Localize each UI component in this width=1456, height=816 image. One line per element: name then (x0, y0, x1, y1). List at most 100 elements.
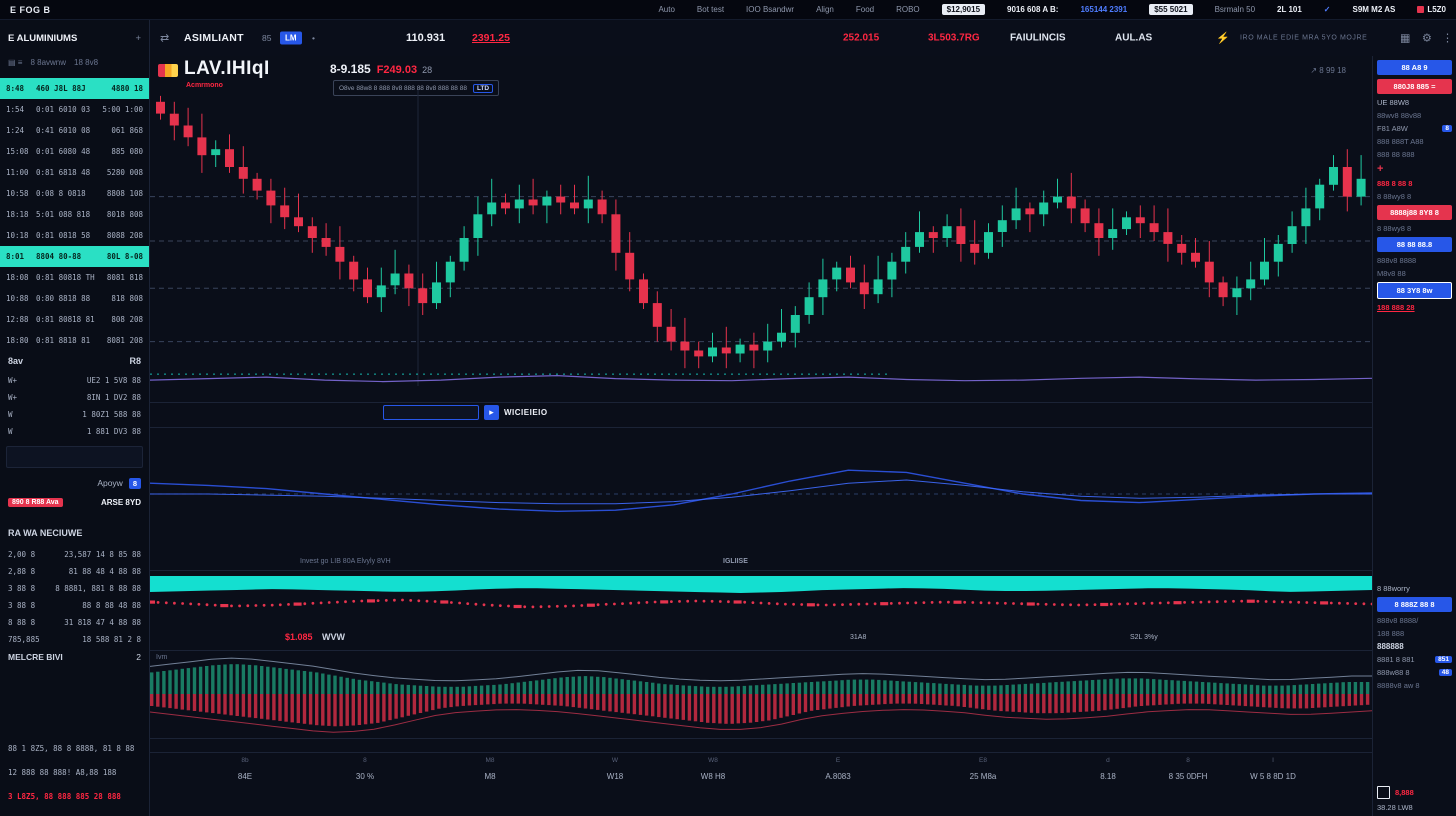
topbar-item[interactable]: ROBO (896, 5, 920, 14)
screenshot-icon[interactable] (1377, 786, 1390, 799)
topbar-item[interactable]: 9016 608 A B: (1007, 5, 1058, 14)
watchlist-cell: 0:01 6010 03 (36, 105, 102, 114)
close-position-button[interactable]: 8888j88 8Y8 8 (1377, 205, 1452, 220)
watchlist-cell: 18:08 (6, 273, 36, 282)
watchlist-row[interactable]: 8:018804 80-8880L 8-08 (0, 246, 149, 267)
watchlist-row[interactable]: 15:080:01 6080 48885 080 (0, 141, 149, 162)
panel-row-badge[interactable]: 48 (1439, 669, 1452, 676)
timeframe-selector[interactable]: 85 (262, 33, 271, 43)
data-row[interactable]: W+8IN 1 DV2 88 (0, 389, 149, 406)
indicator-search-input[interactable] (383, 405, 479, 420)
topbar-item[interactable]: IOO Bsandwr (746, 5, 794, 14)
confirm-button[interactable]: 88 3Y8 8w (1377, 282, 1452, 299)
layout-grid-icon[interactable]: ▦ (1400, 32, 1410, 45)
panel-link-red[interactable]: 188 888 28 (1377, 303, 1452, 312)
watchlist-row[interactable]: 18:185:01 088 8188018 808 (0, 204, 149, 225)
data-row-value: 1 80Z1 588 88 (82, 410, 141, 419)
symbol-name[interactable]: ASIMLIANT (184, 32, 244, 44)
watchlist-cell: 0:80 8818 88 (36, 294, 111, 303)
data-row[interactable]: W1 881 DV3 88 (0, 423, 149, 440)
watchlist-row[interactable]: 1:240:41 6010 08061 868 (0, 120, 149, 141)
buy-button[interactable]: 88 A8 9 (1377, 60, 1452, 75)
chart-overlay-toolbar: ▸ WICIEIEIO (383, 404, 548, 421)
watchlist-cell: 8804 80-88 (36, 252, 107, 261)
watchlist-row[interactable]: 10:180:81 0818 588088 208 (0, 225, 149, 246)
candlestick-chart[interactable] (150, 82, 1372, 403)
panel-row-badge[interactable]: 851 (1435, 656, 1452, 663)
topbar-item[interactable]: S9M M2 AS (1353, 5, 1396, 14)
sidebar-filter-row: ▤ ≡ 8 8avwnw 18 8v8 (0, 54, 149, 70)
topbar-item[interactable]: Bot test (697, 5, 724, 14)
sell-button[interactable]: 880J8 885 = (1377, 79, 1452, 94)
topbar-item[interactable]: 2L 101 (1277, 5, 1302, 14)
panel-row[interactable]: 888w88 848 (1377, 668, 1452, 677)
stats-row: 3 88 88 8881, 881 8 88 88 (0, 580, 149, 597)
bolt-icon[interactable]: ⚡ (1216, 32, 1230, 45)
topbar-item[interactable]: Bsrmaln 50 (1215, 5, 1255, 14)
filter-label-2[interactable]: 18 8v8 (74, 58, 98, 67)
watchlist-row[interactable]: 1:540:01 6010 035:00 1:00 (0, 99, 149, 120)
panel-row[interactable]: F81 A8W8 (1377, 124, 1452, 133)
topbar-item[interactable]: Food (856, 5, 874, 14)
add-icon[interactable]: + (1377, 163, 1452, 175)
alert-badge[interactable]: 890 8 R88 Ava (8, 498, 63, 507)
stats-row-label: 3 88 8 (8, 584, 35, 593)
watchlist-row[interactable]: 8:48460 J8L 88J4880 18 (0, 78, 149, 99)
gear-icon[interactable]: ⚙ (1422, 32, 1432, 45)
add-symbol-icon[interactable]: + (135, 33, 141, 44)
melcre-label: MELCRE BIVI (8, 652, 63, 662)
stats-row-label: 2,00 8 (8, 550, 35, 559)
watchlist-row[interactable]: 10:880:80 8818 88818 808 (0, 288, 149, 309)
panel-text: 8 88wy8 8 (1377, 224, 1452, 233)
apoyw-row[interactable]: Apoyw 8 (0, 478, 149, 489)
more-icon[interactable]: ⋮ (1442, 32, 1453, 45)
watchlist-cell: 5280 008 (107, 168, 143, 177)
panel-text[interactable]: UE 88W8 (1377, 98, 1452, 107)
compare-icon[interactable]: ⇄ (160, 32, 169, 45)
time-axis[interactable]: 8b84E830 %M8M8WW18W8W8 H8EA.8083E825 M8a… (150, 752, 1372, 816)
topbar-item[interactable]: Align (816, 5, 834, 14)
sidebar-bottom-row: 88 1 8Z5, 88 8 8888, 81 8 88 (0, 736, 149, 760)
data-row[interactable]: W1 80Z1 588 88 (0, 406, 149, 423)
panel-row-label: 8881 8 881 (1377, 655, 1415, 664)
watchlist-row[interactable]: 11:000:81 6818 485280 008 (0, 162, 149, 183)
order-button[interactable]: 88 88 88.8 (1377, 237, 1452, 252)
watchlist-row[interactable]: 12:880:81 80818 81808 208 (0, 309, 149, 330)
topbar: E FOG B AutoBot testIOO BsandwrAlignFood… (0, 0, 1456, 20)
sidebar-search-input[interactable] (6, 446, 143, 468)
watchlist-cell: 0:01 6080 48 (36, 147, 111, 156)
panel-spacer (1377, 316, 1452, 580)
axis-tick-label: W 5 8 8D 1D (1250, 772, 1296, 781)
watchlist-cell: 18:80 (6, 336, 36, 345)
watchlist-row[interactable]: 18:800:81 8818 818081 208 (0, 330, 149, 351)
watchlist-row[interactable]: 18:080:81 80818 TH8081 818 (0, 267, 149, 288)
panel-text[interactable]: 8 88worry (1377, 584, 1452, 593)
market-badge[interactable]: LM (280, 32, 302, 45)
stats-section-title: RA WA NECIUWE (0, 528, 149, 538)
indicator-apply-button[interactable]: ▸ (484, 405, 499, 420)
panel-text[interactable]: 38.28 LW8 (1377, 803, 1452, 812)
histogram-pane[interactable] (150, 652, 1372, 741)
topbar-item[interactable]: 165144 2391 (1080, 5, 1127, 14)
panel-text: 8888v8 aw 8 (1377, 681, 1452, 690)
topbar-item[interactable]: L5Z0 (1417, 5, 1446, 14)
axis-tick: EA.8083 (825, 757, 850, 781)
topbar-item[interactable]: ✓ (1324, 5, 1331, 14)
watchlist-cell: 0:81 80818 81 (36, 315, 111, 324)
axis-tick: M8M8 (484, 757, 495, 781)
topbar-item[interactable]: $12,9015 (942, 4, 985, 15)
chart-expand-note[interactable]: ↗ 8 99 18 (1310, 66, 1346, 75)
panel-row[interactable]: 8881 8 881 851 (1377, 655, 1452, 664)
watchlist-row[interactable]: 10:580:08 8 08188808 108 (0, 183, 149, 204)
symbol-logo-icon (158, 64, 178, 77)
panel-action-button[interactable]: 8 888Z 88 8 (1377, 597, 1452, 612)
panel-row-badge[interactable]: 8 (1442, 125, 1452, 132)
alert-row[interactable]: 890 8 R88 Ava ARSE 8YD (0, 498, 149, 507)
data-row[interactable]: W+UE2 1 5V8 88 (0, 372, 149, 389)
topbar-item[interactable]: $55 5021 (1149, 4, 1192, 15)
filter-label-1[interactable]: 8 8avwnw (30, 58, 66, 67)
oscillator-pane[interactable] (150, 428, 1372, 561)
topbar-item[interactable]: Auto (658, 5, 674, 14)
apoyw-badge[interactable]: 8 (129, 478, 141, 489)
list-view-icon[interactable]: ▤ ≡ (8, 58, 22, 67)
